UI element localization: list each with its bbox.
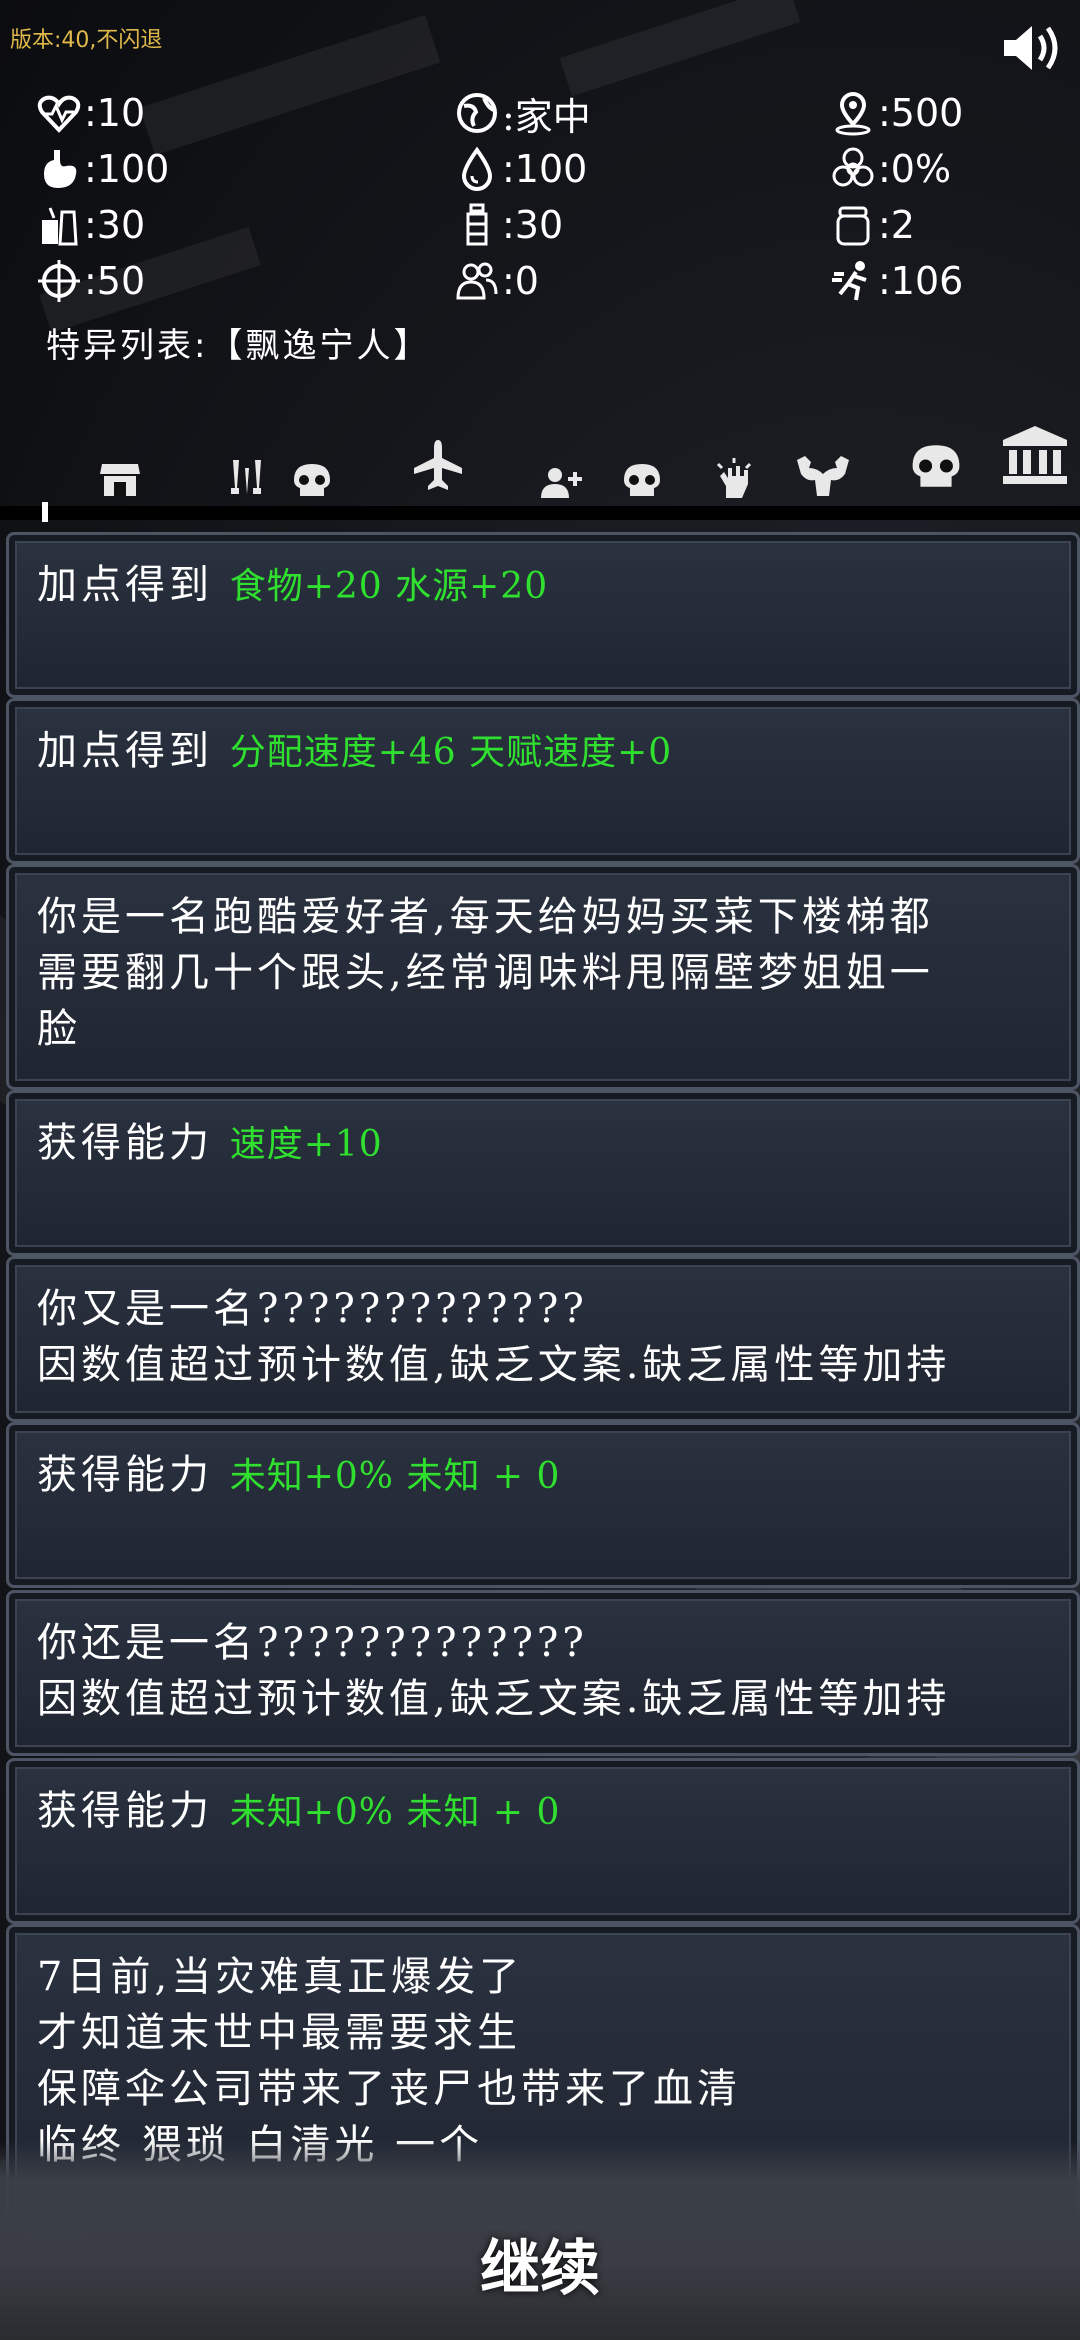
card-text-line: 需要翻几十个跟头,经常调味料甩隔壁梦姐姐一 — [37, 950, 934, 996]
tab-skull-3[interactable] — [908, 440, 964, 490]
card-bonus: 速度+10 — [229, 1124, 383, 1165]
stat-location: :家中 — [454, 88, 591, 139]
log-card: 获得能力 速度+10 — [6, 1090, 1080, 1256]
runner-icon — [832, 261, 867, 301]
stat-aim: :50 — [36, 256, 145, 306]
card-text-line: 脸 — [37, 1006, 81, 1052]
stat-infection: :0% — [830, 144, 951, 194]
card-bonus: 未知+0% 未知 + 0 — [229, 1456, 561, 1497]
add-user-icon — [541, 468, 582, 498]
skull-icon — [624, 464, 660, 496]
tab-weapons[interactable] — [222, 448, 272, 498]
map-pin-icon — [835, 92, 871, 136]
special-list: 特异列表:【飘逸宁人】 — [46, 326, 431, 366]
card-text-line: 保障伞公司带来了丧尸也带来了血清 — [37, 2066, 741, 2112]
stat-hp: :10 — [36, 88, 145, 138]
continue-button[interactable]: 继续 — [390, 2218, 690, 2308]
tab-scroll-indicator — [42, 502, 48, 522]
stat-jar-value: :2 — [878, 203, 915, 247]
card-bonus: 分配速度+46 天赋速度+0 — [229, 732, 673, 773]
muscle-icon — [797, 456, 849, 496]
crosshair-icon — [38, 260, 80, 302]
tab-store[interactable] — [98, 448, 142, 498]
card-text-line: 才知道末世中最需要求生 — [37, 2010, 521, 2056]
bottle-icon — [466, 203, 488, 246]
log-card: 你又是一名????????????? 因数值超过预计数值,缺乏文案.缺乏属性等加… — [6, 1256, 1080, 1422]
bank-icon — [1003, 426, 1067, 484]
jar-icon — [836, 206, 870, 246]
plane-icon — [414, 440, 462, 490]
biohazard-icon — [832, 147, 874, 187]
card-text-line: 你还是一名????????????? — [37, 1620, 588, 1666]
stomach-icon — [44, 150, 77, 188]
card-text-line: 你又是一名????????????? — [37, 1286, 588, 1332]
weapon-icon — [231, 460, 261, 494]
log-card: 加点得到 食物+20 水源+20 — [6, 532, 1080, 698]
stat-food-value: :30 — [84, 203, 146, 247]
stat-water: :100 — [454, 144, 587, 194]
stat-water-value: :100 — [502, 147, 588, 191]
log-card: 你还是一名????????????? 因数值超过预计数值,缺乏文案.缺乏属性等加… — [6, 1590, 1080, 1756]
heart-icon — [37, 95, 81, 133]
card-bonus: 食物+20 水源+20 — [229, 566, 549, 607]
stat-stomach-value: :100 — [84, 147, 170, 191]
card-text-line: 因数值超过预计数值,缺乏文案.缺乏属性等加持 — [37, 1342, 951, 1388]
card-text-line: 因数值超过预计数值,缺乏文案.缺乏属性等加持 — [37, 1676, 951, 1722]
skull-icon — [294, 464, 330, 496]
tab-strength[interactable] — [794, 446, 852, 496]
log-card: 加点得到 分配速度+46 天赋速度+0 — [6, 698, 1080, 864]
card-label: 加点得到 — [37, 728, 213, 774]
status-header: 版本:40,不闪退 :10 :家中 :500 :100 :100 :0% :30… — [0, 0, 1080, 522]
store-icon — [100, 464, 140, 496]
stat-bottle-value: :30 — [502, 203, 564, 247]
tab-add-member[interactable] — [540, 448, 584, 498]
food-icon — [42, 207, 78, 246]
tab-power[interactable] — [712, 448, 756, 498]
card-text-line: 7日前,当灾难真正爆发了 — [37, 1954, 524, 2000]
card-label: 获得能力 — [37, 1120, 213, 1166]
stat-jar: :2 — [830, 200, 915, 250]
card-bonus: 未知+0% 未知 + 0 — [229, 1792, 561, 1833]
tab-skull-2[interactable] — [620, 448, 664, 498]
card-label: 加点得到 — [37, 562, 213, 608]
stat-speed: :106 — [830, 256, 963, 306]
stat-hp-value: :10 — [84, 91, 146, 135]
card-label: 获得能力 — [37, 1452, 213, 1498]
stat-distance: :500 — [830, 88, 963, 138]
tab-scrollbar-track — [0, 506, 1080, 520]
version-label: 版本:40,不闪退 — [10, 28, 163, 53]
stat-people: :0 — [454, 256, 539, 306]
log-card: 获得能力 未知+0% 未知 + 0 — [6, 1758, 1080, 1924]
stat-infection-value: :0% — [878, 147, 952, 191]
log-card: 你是一名跑酷爱好者,每天给妈妈买菜下楼梯都 需要翻几十个跟头,经常调味料甩隔壁梦… — [6, 864, 1080, 1090]
tab-skull-1[interactable] — [290, 448, 334, 498]
fist-icon — [716, 458, 752, 498]
stat-stomach: :100 — [36, 144, 169, 194]
log-card: 获得能力 未知+0% 未知 + 0 — [6, 1422, 1080, 1588]
stat-food: :30 — [36, 200, 145, 250]
skull-icon — [912, 445, 960, 487]
water-drop-icon — [461, 146, 493, 191]
tab-travel[interactable] — [410, 440, 466, 490]
tab-bank[interactable] — [1002, 426, 1068, 484]
people-icon — [456, 262, 498, 300]
stat-people-value: :0 — [502, 259, 539, 303]
card-text-line: 你是一名跑酷爱好者,每天给妈妈买菜下楼梯都 — [37, 894, 934, 940]
globe-icon — [457, 93, 497, 133]
stat-distance-value: :500 — [878, 91, 964, 135]
stat-speed-value: :106 — [878, 259, 964, 303]
stat-aim-value: :50 — [84, 259, 146, 303]
card-label: 获得能力 — [37, 1788, 213, 1834]
stat-location-value: :家中 — [502, 94, 591, 139]
sound-icon[interactable] — [1000, 20, 1064, 76]
stat-bottle: :30 — [454, 200, 563, 250]
